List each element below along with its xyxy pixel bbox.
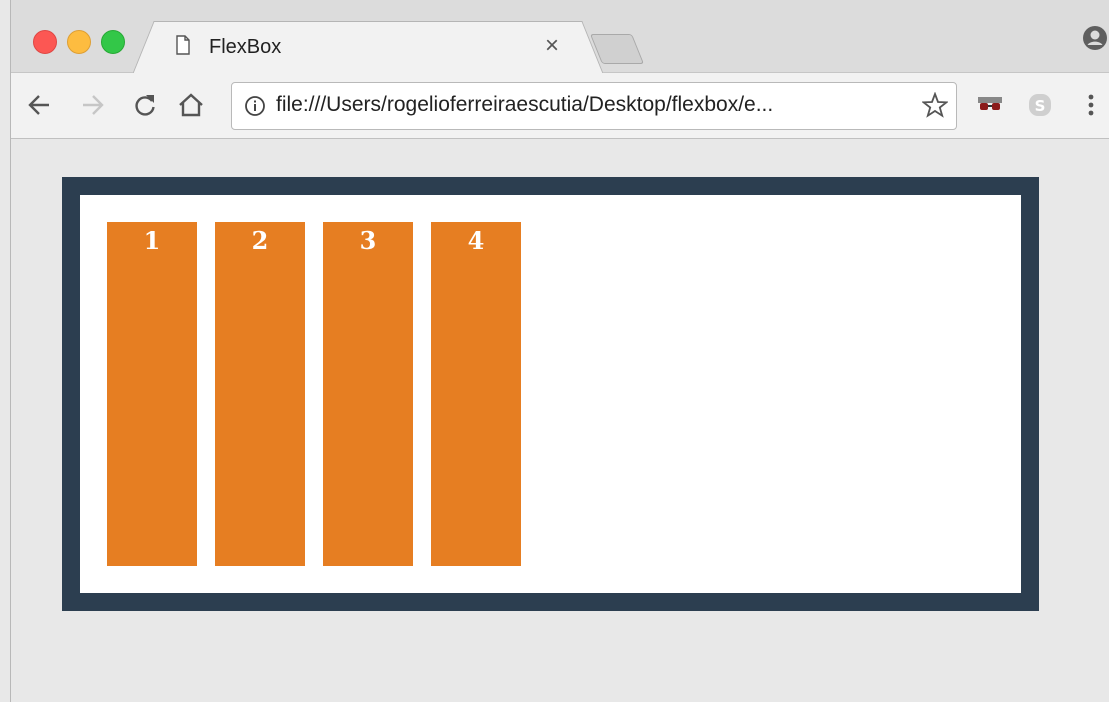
tab-strip: FlexBox ×: [11, 0, 1109, 73]
browser-toolbar: file:///Users/rogelioferreiraescutia/Des…: [11, 73, 1109, 139]
glasses-extension-icon[interactable]: [976, 91, 1004, 119]
tab-flexbox[interactable]: FlexBox ×: [159, 21, 577, 73]
kebab-menu-icon[interactable]: [1077, 91, 1105, 119]
url-text[interactable]: file:///Users/rogelioferreiraescutia/Des…: [276, 93, 914, 117]
browser-window: FlexBox × file:///Users/rogelioferreirae…: [10, 0, 1109, 702]
page-viewport: 1 2 3 4: [11, 139, 1109, 702]
tab-close-button[interactable]: ×: [545, 32, 559, 60]
skype-extension-icon[interactable]: S: [1026, 91, 1054, 119]
flex-item-2: 2: [215, 222, 305, 566]
document-icon: [175, 35, 191, 60]
arrow-right-icon[interactable]: [79, 91, 107, 119]
flex-item-1: 1: [107, 222, 197, 566]
flex-items: 1 2 3 4: [107, 222, 521, 566]
star-icon[interactable]: [920, 91, 950, 123]
window-close-button[interactable]: [33, 30, 57, 54]
window-maximize-button[interactable]: [101, 30, 125, 54]
window-minimize-button[interactable]: [67, 30, 91, 54]
flex-item-4: 4: [431, 222, 521, 566]
arrow-left-icon[interactable]: [25, 91, 53, 119]
flex-item-3: 3: [323, 222, 413, 566]
tab-title: FlexBox: [209, 36, 282, 58]
info-icon[interactable]: [244, 95, 266, 122]
home-icon[interactable]: [177, 91, 205, 119]
svg-text:S: S: [1035, 97, 1046, 115]
reload-icon[interactable]: [131, 91, 159, 119]
profile-icon[interactable]: [1082, 25, 1108, 56]
address-bar[interactable]: file:///Users/rogelioferreiraescutia/Des…: [231, 82, 957, 130]
flex-container: 1 2 3 4: [62, 177, 1039, 611]
